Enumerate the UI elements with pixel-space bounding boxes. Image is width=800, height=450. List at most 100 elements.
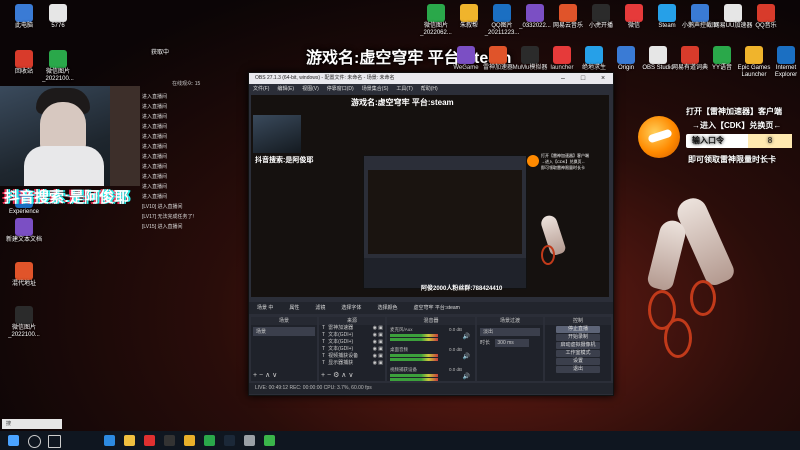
lock-icon[interactable]: ▣ xyxy=(378,353,383,360)
desktop-icon[interactable]: 新建文本文档 xyxy=(4,218,44,244)
desktop-icon-label: Experience xyxy=(8,209,40,215)
douyin-search-text: 抖音搜索:是阿俊耶 xyxy=(4,189,129,206)
obs-tab[interactable]: 滤镜 xyxy=(307,302,333,314)
desktop-icon[interactable]: 5776 xyxy=(38,4,78,30)
webcam-overlay xyxy=(0,86,140,186)
obs-icon[interactable] xyxy=(164,435,175,446)
chat-message: [LV17] 无法完成任务了! xyxy=(142,214,194,220)
scene-item[interactable]: 场景 xyxy=(253,327,315,336)
visibility-eye-icon[interactable]: ◉ xyxy=(373,339,377,346)
speaker-icon[interactable]: 🔊 xyxy=(463,353,470,360)
promo-ad: 打开【雷神加速器】客户端 →进入【CDK】兑换页← 输入口令 8 即可领取雷神限… xyxy=(638,104,796,168)
source-item[interactable]: T 显示器捕获 ◉ ▣ xyxy=(319,360,385,367)
desktop-icon[interactable]: 混代地址 xyxy=(4,262,44,288)
obs-tab[interactable]: 场景 中 xyxy=(249,302,281,314)
edge-icon[interactable] xyxy=(104,435,115,446)
obs-preview[interactable]: 游戏名:虚空穹牢 平台:steam 抖音搜索:是阿俊耶 阿俊2000人粉丝群:7… xyxy=(251,95,609,297)
wechat-icon[interactable] xyxy=(204,435,215,446)
lock-icon[interactable]: ▣ xyxy=(378,332,383,339)
taskbar-search-input[interactable]: 搜 xyxy=(2,419,62,429)
desktop-icon[interactable]: 获取中 xyxy=(140,50,180,57)
steam-icon[interactable] xyxy=(224,435,235,446)
lock-icon[interactable]: ▣ xyxy=(378,325,383,332)
mixer-db-value: 0.0 dB xyxy=(448,367,462,372)
obs-menu-item[interactable]: 停靠窗口(D) xyxy=(327,84,354,94)
obs-status-bar: LIVE: 00:49:12 REC: 00:00:00 CPU: 3.7%, … xyxy=(249,383,613,394)
desktop-icon[interactable]: Internet Explorer xyxy=(766,46,800,79)
close-icon[interactable]: × xyxy=(593,73,613,84)
obs-window[interactable]: OBS 27.1.3 (64-bit, windows) - 配置文件: 未命名… xyxy=(248,72,614,396)
desktop-app-icon xyxy=(521,46,539,64)
app-red-icon[interactable] xyxy=(144,435,155,446)
source-item[interactable]: T 视频捕获设备 ◉ ▣ xyxy=(319,353,385,360)
obs-menu-item[interactable]: 文件(F) xyxy=(253,84,269,94)
source-item[interactable]: T 文本(GDI+) ◉ ▣ xyxy=(319,339,385,346)
obs-menu-item[interactable]: 场景集合(S) xyxy=(362,84,389,94)
obs-title-bar[interactable]: OBS 27.1.3 (64-bit, windows) - 配置文件: 未命名… xyxy=(249,73,613,84)
windows-start-icon[interactable] xyxy=(8,435,19,446)
visibility-eye-icon[interactable]: ◉ xyxy=(373,325,377,332)
chat-message: 进入直播间 xyxy=(142,124,168,130)
desktop-icon[interactable]: QQ音乐 xyxy=(746,4,786,30)
source-item[interactable]: T 文本(GDI+) ◉ ▣ xyxy=(319,346,385,353)
control-button[interactable]: 退出 xyxy=(556,366,600,373)
control-button[interactable]: 设置 xyxy=(556,358,600,365)
obs-menu-item[interactable]: 视图(V) xyxy=(302,84,319,94)
speaker-icon[interactable]: 🔊 xyxy=(463,333,470,340)
visibility-eye-icon[interactable]: ◉ xyxy=(373,346,377,353)
obs-tab[interactable]: 虚空穹牢 平台:steam xyxy=(405,302,467,314)
desktop-icon-label: 混代地址 xyxy=(11,281,36,287)
folder-icon[interactable] xyxy=(124,435,135,446)
source-item[interactable]: T 文本(GDI+) ◉ ▣ xyxy=(319,332,385,339)
desktop-icon[interactable]: 微信图片_2022100... xyxy=(4,306,44,339)
maximize-icon[interactable]: □ xyxy=(573,73,593,84)
desktop-app-icon xyxy=(15,218,33,236)
lock-icon[interactable]: ▣ xyxy=(378,360,383,367)
desktop-app-icon xyxy=(649,46,667,64)
mixer-channel: 麦克风/Aux 0.0 dB 🔊 xyxy=(390,327,472,345)
volume-slider[interactable] xyxy=(390,378,438,381)
source-add-remove-icons[interactable]: + − ⚙ ∧ ∨ xyxy=(321,371,353,379)
mixer-dock: 麦克风/Aux 0.0 dB 🔊 桌面音频 0.0 dB 🔊 视频捕获设备 0.0 dB 🔊 xyxy=(387,325,475,381)
preview-nested-obs xyxy=(363,155,527,289)
source-label: 文本(GDI+) xyxy=(328,332,354,338)
speaker-icon[interactable]: 🔊 xyxy=(463,373,470,380)
control-button[interactable]: 启动虚拟摄像机 xyxy=(556,342,600,349)
volume-slider[interactable] xyxy=(390,338,438,341)
obs-tab[interactable]: 选择颜色 xyxy=(369,302,405,314)
obs-menu-item[interactable]: 帮助(H) xyxy=(421,84,438,94)
visibility-eye-icon[interactable]: ◉ xyxy=(373,360,377,367)
settings-icon[interactable] xyxy=(244,435,255,446)
desktop-app-icon xyxy=(49,50,67,68)
transition-select[interactable]: 淡出 xyxy=(480,328,540,336)
desktop-icon[interactable]: 微信图片_2022100... xyxy=(38,50,78,83)
lock-icon[interactable]: ▣ xyxy=(378,339,383,346)
app-green-icon[interactable] xyxy=(264,435,275,446)
obs-tab[interactable]: 选择字体 xyxy=(333,302,369,314)
lock-icon[interactable]: ▣ xyxy=(378,346,383,353)
taskbar xyxy=(0,431,800,450)
source-type-icon: T xyxy=(322,346,326,352)
visibility-eye-icon[interactable]: ◉ xyxy=(373,332,377,339)
scene-add-remove-icons[interactable]: + − ∧ ∨ xyxy=(253,371,277,379)
chrome-icon[interactable] xyxy=(184,435,195,446)
source-item[interactable]: T 雷神加速器 ◉ ▣ xyxy=(319,325,385,332)
ad-code-box: 输入口令 8 xyxy=(686,134,792,148)
task-view-icon[interactable] xyxy=(48,435,61,448)
obs-tab[interactable]: 属性 xyxy=(281,302,307,314)
obs-window-title: OBS 27.1.3 (64-bit, windows) - 配置文件: 未命名… xyxy=(255,75,395,81)
volume-slider[interactable] xyxy=(390,358,438,361)
visibility-eye-icon[interactable]: ◉ xyxy=(373,353,377,360)
obs-menu-item[interactable]: 工具(T) xyxy=(396,84,412,94)
control-button[interactable]: 开始录制 xyxy=(556,334,600,341)
duration-input[interactable]: 300 ms xyxy=(495,339,530,347)
minimize-icon[interactable]: – xyxy=(553,73,573,84)
chat-message: 进入直播间 xyxy=(142,194,168,200)
control-button[interactable]: 停止直播 xyxy=(556,326,600,333)
chat-message: 进入直播间 xyxy=(142,164,168,170)
search-icon[interactable] xyxy=(28,435,41,448)
control-button[interactable]: 工作室模式 xyxy=(556,350,600,357)
source-type-icon: T xyxy=(322,353,326,359)
ad-code-value: 8 xyxy=(748,134,792,148)
obs-menu-item[interactable]: 编辑(E) xyxy=(277,84,294,94)
